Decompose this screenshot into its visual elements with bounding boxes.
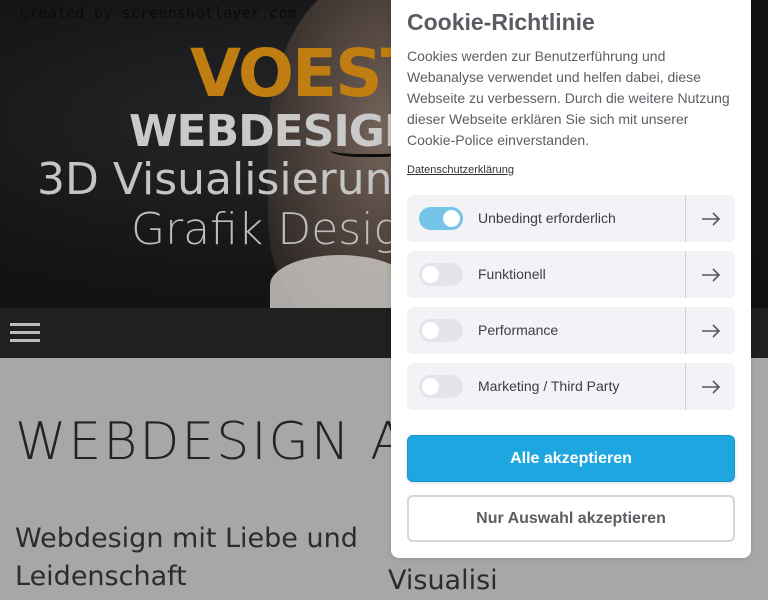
arrow-right-icon[interactable] [686, 307, 735, 354]
accept-all-button[interactable]: Alle akzeptieren [407, 435, 735, 482]
hamburger-bar [10, 339, 40, 342]
category-label: Performance [478, 322, 559, 338]
toggle-knob [422, 378, 439, 395]
toggle-knob [422, 322, 439, 339]
cookie-category-necessary: Unbedingt erforderlich [407, 195, 735, 242]
category-label: Funktionell [478, 266, 546, 282]
cookie-category-functional: Funktionell [407, 251, 735, 298]
necessary-toggle[interactable] [419, 207, 463, 230]
hamburger-bar [10, 323, 40, 326]
hero-line-grafik: Grafik Design [131, 204, 391, 255]
privacy-policy-link[interactable]: Datenschutzerklärung [407, 164, 514, 176]
arrow-right-icon[interactable] [686, 251, 735, 298]
page-subtitle-right: Visualisi [388, 565, 498, 596]
hero-text-clip: VOEST WEBDESIGN 3D Visualisierung Grafik… [0, 0, 391, 308]
modal-title: Cookie-Richtlinie [407, 9, 595, 35]
hero-brand: VOEST [190, 35, 391, 112]
watermark: Created by screenshotlayer.com [20, 4, 297, 22]
hamburger-menu-icon[interactable] [10, 323, 40, 343]
arrow-right-icon[interactable] [686, 363, 735, 410]
arrow-right-icon[interactable] [686, 195, 735, 242]
marketing-toggle[interactable] [419, 375, 463, 398]
modal-description: Cookies werden zur Benutzerführung und W… [407, 48, 730, 148]
toggle-knob [443, 210, 460, 227]
cookie-category-marketing: Marketing / Third Party [407, 363, 735, 410]
functional-toggle[interactable] [419, 263, 463, 286]
hero-line-3d: 3D Visualisierung [37, 154, 391, 205]
cookie-consent-modal: Cookie-Richtlinie Cookies werden zur Ben… [391, 0, 751, 558]
toggle-knob [422, 266, 439, 283]
cookie-category-performance: Performance [407, 307, 735, 354]
category-label: Marketing / Third Party [478, 378, 620, 394]
page-subtitle: Webdesign mit Liebe und Leidenschaft [15, 523, 358, 592]
page-title: WEBDESIGN A [15, 412, 408, 472]
performance-toggle[interactable] [419, 319, 463, 342]
hamburger-bar [10, 331, 40, 334]
accept-selection-button[interactable]: Nur Auswahl akzeptieren [407, 495, 735, 542]
category-label: Unbedingt erforderlich [478, 210, 616, 226]
